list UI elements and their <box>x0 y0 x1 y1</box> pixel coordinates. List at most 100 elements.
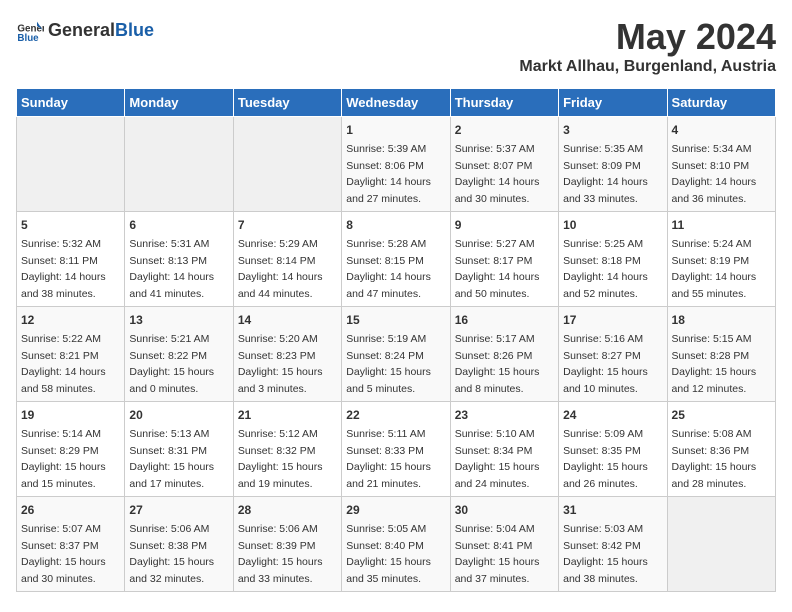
day-info: Sunrise: 5:34 AM Sunset: 8:10 PM Dayligh… <box>672 143 757 205</box>
day-number: 25 <box>672 406 771 424</box>
day-number: 4 <box>672 121 771 139</box>
day-number: 16 <box>455 311 554 329</box>
calendar-cell: 26 Sunrise: 5:07 AM Sunset: 8:37 PM Dayli… <box>17 497 125 592</box>
day-number: 27 <box>129 501 228 519</box>
calendar-cell: 6Sunrise: 5:31 AM Sunset: 8:13 PM Daylig… <box>125 212 233 307</box>
header-day-thursday: Thursday <box>450 89 558 117</box>
day-number: 15 <box>346 311 445 329</box>
calendar-cell: 30 Sunrise: 5:04 AM Sunset: 8:41 PM Dayli… <box>450 497 558 592</box>
day-info: Sunrise: 5:15 AM Sunset: 8:28 PM Dayligh… <box>672 333 757 395</box>
week-row-2: 5 Sunrise: 5:32 AM Sunset: 8:11 PM Daylig… <box>17 212 776 307</box>
day-info: Sunrise: 5:19 AM Sunset: 8:24 PM Dayligh… <box>346 333 431 395</box>
day-number: 31 <box>563 501 662 519</box>
calendar-cell: 1 Sunrise: 5:39 AM Sunset: 8:06 PM Daylig… <box>342 117 450 212</box>
day-number: 2 <box>455 121 554 139</box>
day-info: Sunrise: 5:06 AM Sunset: 8:39 PM Dayligh… <box>238 523 323 585</box>
day-number: 23 <box>455 406 554 424</box>
day-info: Sunrise: 5:13 AM Sunset: 8:31 PM Dayligh… <box>129 428 214 490</box>
calendar-cell <box>667 497 775 592</box>
day-number: 5 <box>21 216 120 234</box>
day-number: 1 <box>346 121 445 139</box>
day-info: Sunrise: 5:32 AM Sunset: 8:11 PM Dayligh… <box>21 238 106 300</box>
day-number: 26 <box>21 501 120 519</box>
calendar-cell: 2 Sunrise: 5:37 AM Sunset: 8:07 PM Daylig… <box>450 117 558 212</box>
calendar-cell: 14 Sunrise: 5:20 AM Sunset: 8:23 PM Dayli… <box>233 307 341 402</box>
calendar-cell: 8 Sunrise: 5:28 AM Sunset: 8:15 PM Daylig… <box>342 212 450 307</box>
day-number: 21 <box>238 406 337 424</box>
day-info: Sunrise: 5:09 AM Sunset: 8:35 PM Dayligh… <box>563 428 648 490</box>
calendar-cell: 22 Sunrise: 5:11 AM Sunset: 8:33 PM Dayli… <box>342 402 450 497</box>
day-info: Sunrise: 5:06 AM Sunset: 8:38 PM Dayligh… <box>129 523 214 585</box>
week-row-4: 19 Sunrise: 5:14 AM Sunset: 8:29 PM Dayli… <box>17 402 776 497</box>
calendar-cell: 9 Sunrise: 5:27 AM Sunset: 8:17 PM Daylig… <box>450 212 558 307</box>
day-info: Sunrise: 5:21 AM Sunset: 8:22 PM Dayligh… <box>129 333 214 395</box>
logo-blue-text: Blue <box>115 20 154 41</box>
header-day-sunday: Sunday <box>17 89 125 117</box>
day-info: Sunrise: 5:04 AM Sunset: 8:41 PM Dayligh… <box>455 523 540 585</box>
day-number: 11 <box>672 216 771 234</box>
day-number: 14 <box>238 311 337 329</box>
day-number: 13 <box>129 311 228 329</box>
day-number: 3 <box>563 121 662 139</box>
calendar-cell: 16Sunrise: 5:17 AM Sunset: 8:26 PM Dayli… <box>450 307 558 402</box>
day-number: 24 <box>563 406 662 424</box>
day-info: Sunrise: 5:12 AM Sunset: 8:32 PM Dayligh… <box>238 428 323 490</box>
logo-icon: General Blue <box>16 16 44 44</box>
week-row-3: 12 Sunrise: 5:22 AM Sunset: 8:21 PM Dayli… <box>17 307 776 402</box>
calendar-cell: 20Sunrise: 5:13 AM Sunset: 8:31 PM Dayli… <box>125 402 233 497</box>
day-number: 18 <box>672 311 771 329</box>
day-number: 19 <box>21 406 120 424</box>
header-day-monday: Monday <box>125 89 233 117</box>
calendar-cell: 7 Sunrise: 5:29 AM Sunset: 8:14 PM Daylig… <box>233 212 341 307</box>
day-number: 12 <box>21 311 120 329</box>
calendar-cell: 24 Sunrise: 5:09 AM Sunset: 8:35 PM Dayli… <box>559 402 667 497</box>
calendar-cell: 5 Sunrise: 5:32 AM Sunset: 8:11 PM Daylig… <box>17 212 125 307</box>
svg-text:Blue: Blue <box>17 33 39 44</box>
logo: General Blue GeneralBlue <box>16 16 154 44</box>
week-row-1: 1 Sunrise: 5:39 AM Sunset: 8:06 PM Daylig… <box>17 117 776 212</box>
day-info: Sunrise: 5:29 AM Sunset: 8:14 PM Dayligh… <box>238 238 323 300</box>
day-info: Sunrise: 5:37 AM Sunset: 8:07 PM Dayligh… <box>455 143 540 205</box>
day-number: 10 <box>563 216 662 234</box>
day-number: 30 <box>455 501 554 519</box>
day-info: Sunrise: 5:35 AM Sunset: 8:09 PM Dayligh… <box>563 143 648 205</box>
day-info: Sunrise: 5:27 AM Sunset: 8:17 PM Dayligh… <box>455 238 540 300</box>
day-info: Sunrise: 5:25 AM Sunset: 8:18 PM Dayligh… <box>563 238 648 300</box>
day-info: Sunrise: 5:39 AM Sunset: 8:06 PM Dayligh… <box>346 143 431 205</box>
day-info: Sunrise: 5:16 AM Sunset: 8:27 PM Dayligh… <box>563 333 648 395</box>
header: General Blue GeneralBlue May 2024 Markt … <box>16 16 776 76</box>
logo-general-text: General <box>48 20 115 41</box>
calendar-cell: 27 Sunrise: 5:06 AM Sunset: 8:38 PM Dayli… <box>125 497 233 592</box>
calendar-cell: 31Sunrise: 5:03 AM Sunset: 8:42 PM Dayli… <box>559 497 667 592</box>
calendar-cell: 3 Sunrise: 5:35 AM Sunset: 8:09 PM Daylig… <box>559 117 667 212</box>
day-info: Sunrise: 5:14 AM Sunset: 8:29 PM Dayligh… <box>21 428 106 490</box>
week-row-5: 26 Sunrise: 5:07 AM Sunset: 8:37 PM Dayli… <box>17 497 776 592</box>
day-number: 17 <box>563 311 662 329</box>
day-number: 22 <box>346 406 445 424</box>
day-info: Sunrise: 5:11 AM Sunset: 8:33 PM Dayligh… <box>346 428 431 490</box>
header-day-tuesday: Tuesday <box>233 89 341 117</box>
calendar-cell: 23Sunrise: 5:10 AM Sunset: 8:34 PM Dayli… <box>450 402 558 497</box>
calendar-cell: 12 Sunrise: 5:22 AM Sunset: 8:21 PM Dayli… <box>17 307 125 402</box>
calendar-cell: 10 Sunrise: 5:25 AM Sunset: 8:18 PM Dayli… <box>559 212 667 307</box>
calendar-cell: 21 Sunrise: 5:12 AM Sunset: 8:32 PM Dayli… <box>233 402 341 497</box>
days-header-row: SundayMondayTuesdayWednesdayThursdayFrid… <box>17 89 776 117</box>
calendar-cell: 15 Sunrise: 5:19 AM Sunset: 8:24 PM Dayli… <box>342 307 450 402</box>
day-info: Sunrise: 5:24 AM Sunset: 8:19 PM Dayligh… <box>672 238 757 300</box>
calendar-cell: 4 Sunrise: 5:34 AM Sunset: 8:10 PM Daylig… <box>667 117 775 212</box>
day-number: 7 <box>238 216 337 234</box>
day-info: Sunrise: 5:22 AM Sunset: 8:21 PM Dayligh… <box>21 333 106 395</box>
calendar-cell <box>17 117 125 212</box>
calendar-cell: 17 Sunrise: 5:16 AM Sunset: 8:27 PM Dayli… <box>559 307 667 402</box>
header-day-saturday: Saturday <box>667 89 775 117</box>
day-info: Sunrise: 5:08 AM Sunset: 8:36 PM Dayligh… <box>672 428 757 490</box>
day-number: 8 <box>346 216 445 234</box>
day-info: Sunrise: 5:07 AM Sunset: 8:37 PM Dayligh… <box>21 523 106 585</box>
day-number: 28 <box>238 501 337 519</box>
header-day-wednesday: Wednesday <box>342 89 450 117</box>
day-number: 9 <box>455 216 554 234</box>
day-info: Sunrise: 5:28 AM Sunset: 8:15 PM Dayligh… <box>346 238 431 300</box>
day-info: Sunrise: 5:20 AM Sunset: 8:23 PM Dayligh… <box>238 333 323 395</box>
calendar-cell: 28 Sunrise: 5:06 AM Sunset: 8:39 PM Dayli… <box>233 497 341 592</box>
calendar-cell: 19 Sunrise: 5:14 AM Sunset: 8:29 PM Dayli… <box>17 402 125 497</box>
